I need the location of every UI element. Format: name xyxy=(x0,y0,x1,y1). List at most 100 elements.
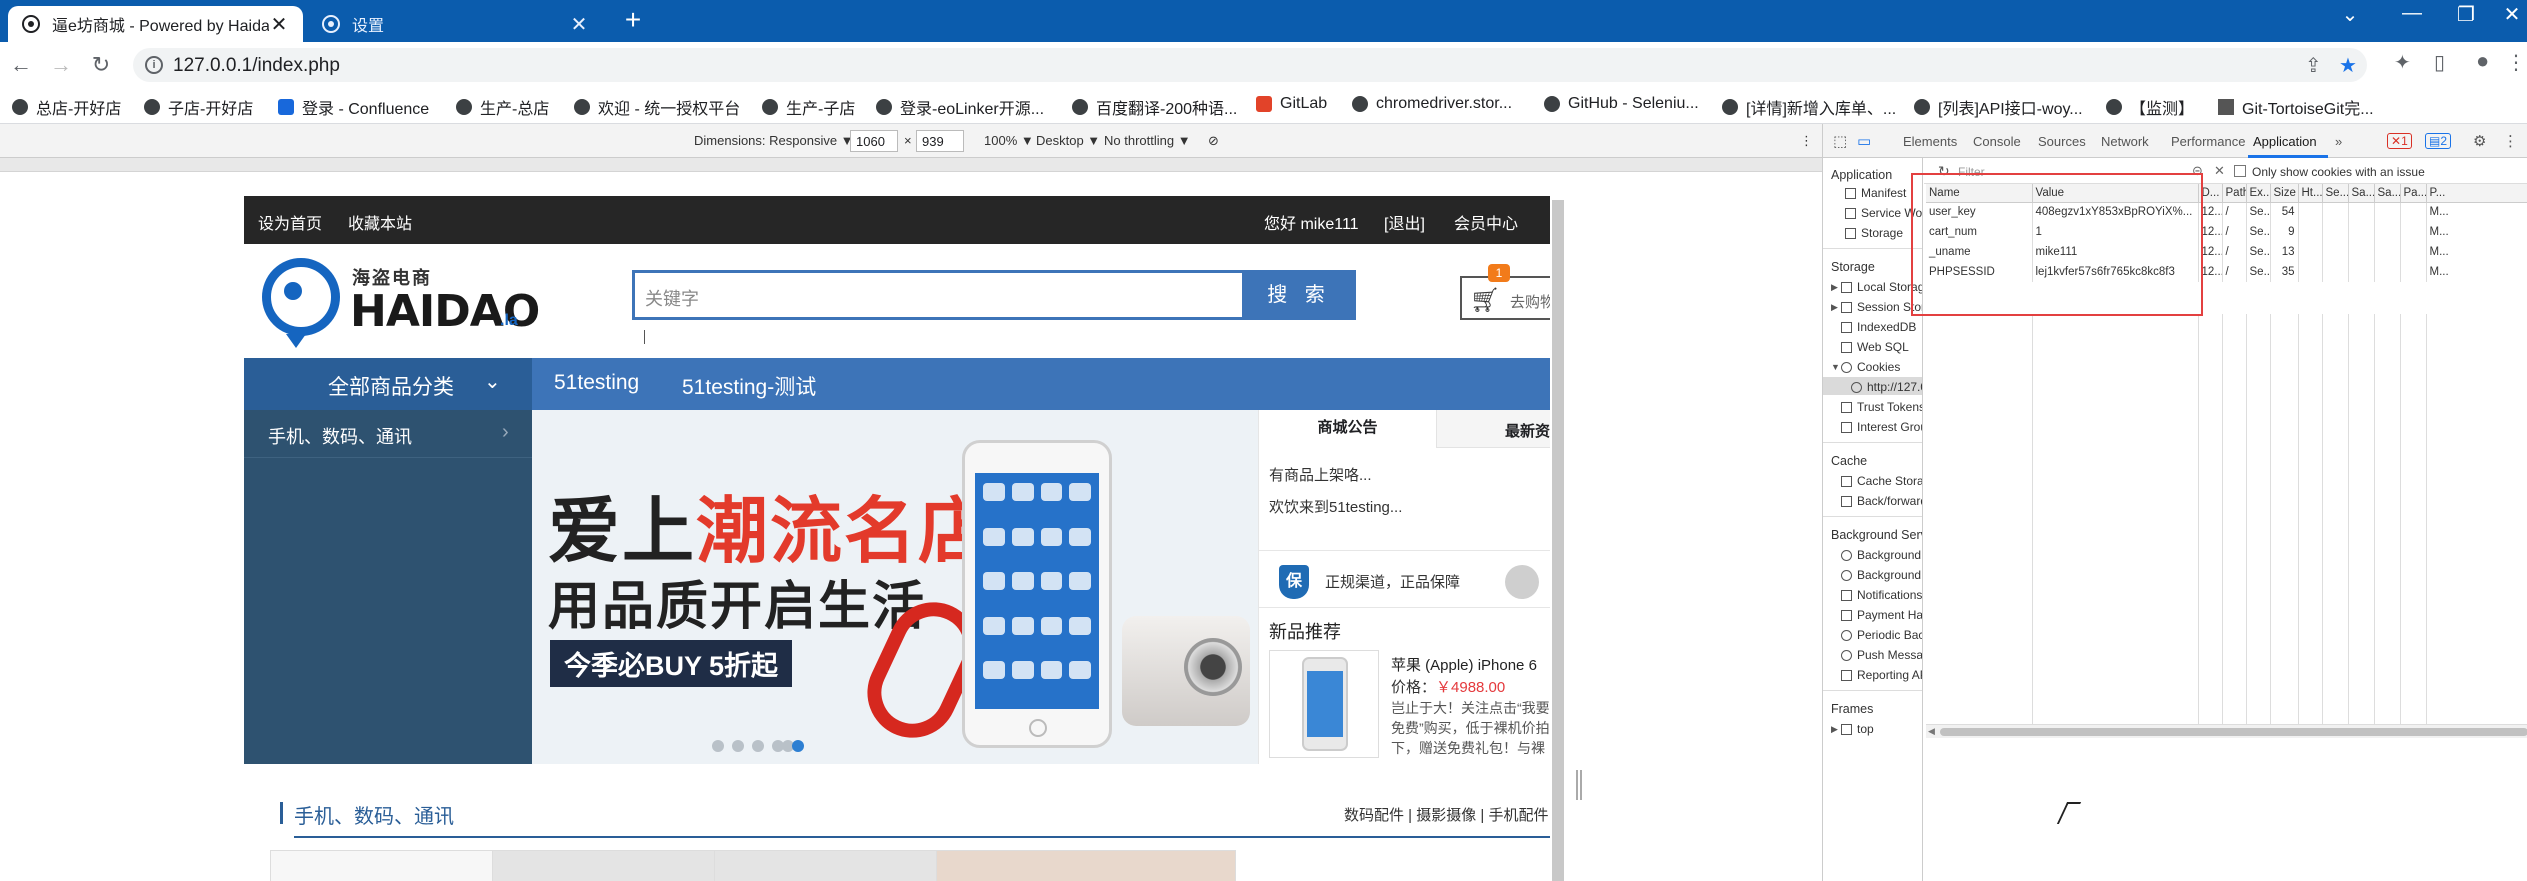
viewport-width-input[interactable]: 1060 xyxy=(850,130,898,152)
close-window-button[interactable]: ✕ xyxy=(2492,2,2527,27)
product-image[interactable] xyxy=(1269,650,1379,758)
device-toolbar-menu-icon[interactable]: ⋮ xyxy=(1800,133,1813,149)
product-card[interactable] xyxy=(936,850,1236,881)
sidebar-item-notifications[interactable]: Notifications xyxy=(1841,588,1922,602)
profile-avatar-icon[interactable]: ● xyxy=(2476,48,2489,74)
column-header[interactable]: Se... xyxy=(2322,184,2349,203)
column-header[interactable]: P... xyxy=(2426,184,2527,203)
address-url[interactable]: 127.0.0.1/index.php xyxy=(173,55,340,77)
error-count-badge[interactable]: ✕1 xyxy=(2387,133,2412,149)
devtools-tab-sources[interactable]: Sources xyxy=(2038,134,2086,149)
carousel-dot-active[interactable] xyxy=(792,740,804,752)
devtools-tab-application[interactable]: Application xyxy=(2253,134,2317,149)
share-icon[interactable]: ⇪ xyxy=(2305,53,2322,78)
sidebar-item-indexeddb[interactable]: IndexedDB xyxy=(1841,320,1916,334)
page-scrollbar[interactable] xyxy=(1552,200,1564,881)
floor-sub-links[interactable]: 数码配件 | 摄影摄像 | 手机配件 xyxy=(1344,804,1548,825)
bookmark-item[interactable]: 生产-总店 xyxy=(456,95,549,119)
expand-arrow-icon[interactable]: ▶ xyxy=(1831,282,1841,293)
sidebar-item-web-sql[interactable]: Web SQL xyxy=(1841,340,1909,354)
viewport-resize-handle[interactable] xyxy=(1576,770,1582,800)
sidebar-item-bfcache[interactable]: Back/forward cache xyxy=(1841,494,1922,508)
sidebar-item-reporting-api[interactable]: Reporting API xyxy=(1841,668,1922,682)
sidebar-item-periodic-sync[interactable]: Periodic Background Sync xyxy=(1841,628,1922,642)
back-arrow-icon[interactable]: ← xyxy=(6,50,36,80)
throttling-select[interactable]: No throttling ▼ xyxy=(1104,133,1191,148)
delete-selected-icon[interactable]: ✕ xyxy=(2214,163,2225,179)
sidebar-item-cookie-origin[interactable]: http://127.0.0.1 xyxy=(1851,380,1922,394)
collapse-arrow-icon[interactable]: ▼ xyxy=(1831,362,1841,372)
notice-item[interactable]: 欢饮来到51testing... xyxy=(1269,496,1402,517)
expand-arrow-icon[interactable]: ▶ xyxy=(1831,724,1841,735)
sidebar-item-interest-groups[interactable]: Interest Groups xyxy=(1841,420,1922,434)
cookie-table-scrollbar[interactable]: ◀ xyxy=(1926,724,2527,738)
bookmark-item[interactable]: GitLab xyxy=(1256,95,1327,113)
sidebar-item-cookies[interactable]: ▼ Cookies xyxy=(1831,360,1900,374)
bookmark-item[interactable]: 生产-子店 xyxy=(762,95,855,119)
scroll-left-arrow-icon[interactable]: ◀ xyxy=(1928,726,1935,737)
product-name[interactable]: 苹果 (Apple) iPhone 6 xyxy=(1391,654,1537,675)
sidebar-item-background-fetch[interactable]: Background Fetch xyxy=(1841,548,1922,562)
sidebar-item-cache-storage[interactable]: Cache Storage xyxy=(1841,474,1922,488)
site-info-icon[interactable]: i xyxy=(145,56,163,74)
tab-announcements[interactable]: 商城公告 xyxy=(1259,410,1437,448)
bookmark-item[interactable]: 总店-开好店 xyxy=(12,95,121,119)
device-type-select[interactable]: Desktop ▼ xyxy=(1036,133,1100,148)
zoom-select[interactable]: 100% ▼ xyxy=(984,133,1034,148)
sidebar-item-trust-tokens[interactable]: Trust Tokens xyxy=(1841,400,1922,414)
devtools-tab-console[interactable]: Console xyxy=(1973,134,2021,149)
issue-only-checkbox[interactable] xyxy=(2234,165,2246,177)
search-button[interactable]: 搜 索 xyxy=(1242,270,1356,320)
bookmark-item[interactable]: 【监测】 xyxy=(2106,95,2194,119)
member-center-link[interactable]: 会员中心 xyxy=(1454,210,1518,234)
side-panel-icon[interactable]: ▯ xyxy=(2434,50,2445,75)
bookmark-item[interactable]: Git-TortoiseGit完... xyxy=(2218,95,2374,119)
set-homepage-link[interactable]: 设为首页 xyxy=(258,210,322,234)
minimize-button[interactable]: — xyxy=(2392,2,2432,25)
bookmark-item[interactable]: chromedriver.stor... xyxy=(1352,95,1512,113)
expand-arrow-icon[interactable]: ▶ xyxy=(1831,302,1841,313)
bookmark-item[interactable]: 百度翻译-200种语... xyxy=(1072,95,1237,119)
address-bar[interactable]: i 127.0.0.1/index.php ⇪ ★ xyxy=(133,48,2367,82)
haidao-logo[interactable]: 海盗电商 HAIDAO .la xyxy=(262,254,540,348)
category-item-phones[interactable]: 手机、数码、通讯 › xyxy=(244,410,532,458)
sidebar-item-local-storage[interactable]: ▶Local Storage xyxy=(1831,280,1922,294)
bookmark-star-icon[interactable]: ★ xyxy=(2339,53,2357,78)
message-count-badge[interactable]: ▤2 xyxy=(2425,133,2452,149)
tab-search-icon[interactable]: ⌄ xyxy=(2330,2,2370,27)
bookmark-site-link[interactable]: 收藏本站 xyxy=(348,210,412,234)
browser-tab-shop[interactable]: 逼e坊商城 - Powered by Haidao ✕ xyxy=(8,6,303,42)
browser-tab-settings[interactable]: 设置 ✕ xyxy=(308,6,603,42)
bookmark-item[interactable]: GitHub - Seleniu... xyxy=(1544,95,1699,113)
new-tab-button[interactable]: + xyxy=(618,4,648,36)
bookmark-item[interactable]: 登录-eoLinker开源... xyxy=(876,95,1044,119)
nav-link[interactable]: 51testing xyxy=(554,371,639,395)
sidebar-item-payment-handler[interactable]: Payment Handler xyxy=(1841,608,1922,622)
close-tab-icon[interactable]: ✕ xyxy=(269,12,289,37)
column-header[interactable]: Path xyxy=(2222,184,2247,203)
tab-latest-news[interactable]: 最新资 xyxy=(1505,420,1550,441)
bookmark-item[interactable]: [详情]新增入库单、... xyxy=(1722,95,1896,119)
column-header[interactable]: Ex... xyxy=(2246,184,2271,203)
column-header[interactable]: Sa... xyxy=(2348,184,2375,203)
rotate-icon[interactable]: ⊘ xyxy=(1208,133,1219,149)
carousel-dot[interactable] xyxy=(712,740,724,752)
notice-item[interactable]: 有商品上架咯... xyxy=(1269,464,1372,485)
device-toggle-icon[interactable]: ▭ xyxy=(1857,132,1871,150)
bookmark-item[interactable]: [列表]API接口-woy... xyxy=(1914,95,2083,119)
nav-link[interactable]: 51testing-测试 xyxy=(682,371,816,401)
inspect-element-icon[interactable]: ⬚ xyxy=(1833,132,1847,150)
more-tabs-icon[interactable]: » xyxy=(2335,134,2342,149)
carousel-dot[interactable] xyxy=(732,740,744,752)
reload-icon[interactable]: ↻ xyxy=(86,50,116,80)
devtools-tab-performance[interactable]: Performance xyxy=(2171,134,2245,149)
promo-banner[interactable]: 爱上潮流名店 用品质开启生活 今季必BUY 5折起 xyxy=(532,410,1258,764)
close-tab-icon[interactable]: ✕ xyxy=(569,12,589,37)
dimensions-select[interactable]: Dimensions: Responsive ▼ xyxy=(694,133,854,148)
column-header[interactable]: Pa... xyxy=(2400,184,2427,203)
bookmark-item[interactable]: 登录 - Confluence xyxy=(278,95,429,119)
devtools-tab-network[interactable]: Network xyxy=(2101,134,2149,149)
settings-gear-icon[interactable]: ⚙ xyxy=(2473,132,2486,150)
devtools-menu-icon[interactable]: ⋮ xyxy=(2503,132,2518,150)
scrollbar-thumb[interactable] xyxy=(1940,728,2527,736)
